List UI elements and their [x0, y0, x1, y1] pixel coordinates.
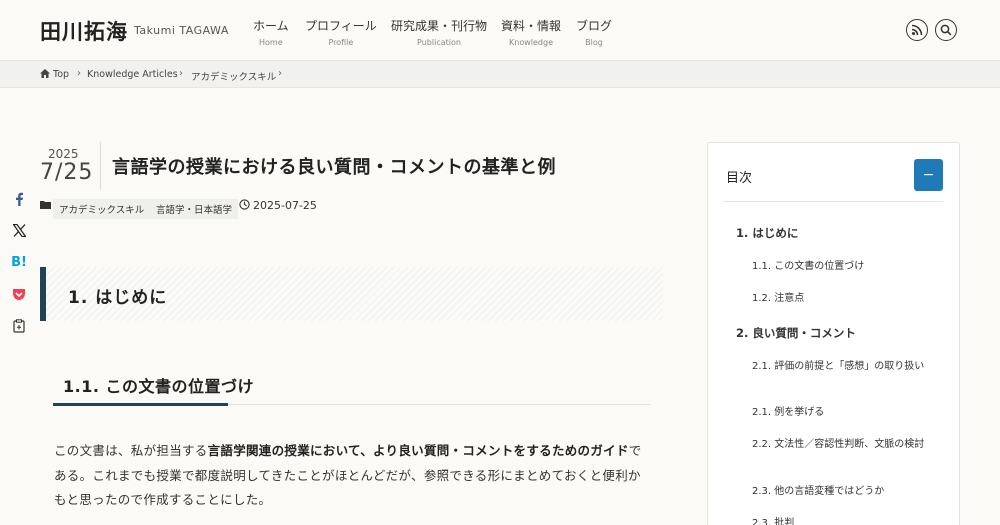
published-date: 2025-07-25: [253, 199, 317, 212]
nav-sublabel: Publication: [417, 38, 461, 47]
hatena-bookmark-icon[interactable]: B!: [8, 251, 30, 273]
breadcrumb: Top › Knowledge Articles › アカデミックスキル ›: [0, 60, 1000, 88]
toc-item[interactable]: 2.2. 文法性／容認性判断、文脈の検討: [752, 437, 932, 453]
breadcrumb-top[interactable]: Top: [53, 69, 69, 80]
nav-label: プロフィール: [305, 19, 377, 33]
nav-item-home[interactable]: ホーム Home: [253, 17, 289, 47]
site-logo-subtitle: Takumi TAGAWA: [134, 24, 229, 37]
category-tag[interactable]: アカデミックスキル: [53, 199, 151, 219]
paragraph-emphasis: 言語学関連の授業において、より良い質問・コメントをするためのガイド: [207, 443, 629, 458]
nav-label: ホーム: [253, 19, 289, 33]
site-logo[interactable]: 田川拓海: [40, 16, 128, 46]
site-header: 田川拓海 Takumi TAGAWA ホーム Home プロフィール Profi…: [0, 0, 1000, 60]
chevron-right-icon: ›: [77, 68, 81, 79]
nav-label: ブログ: [576, 19, 613, 33]
breadcrumb-academic-skill[interactable]: アカデミックスキル: [191, 69, 276, 83]
toc-collapse-button[interactable]: −: [914, 159, 943, 191]
clock-icon: [239, 199, 250, 213]
toc-item[interactable]: 2.3. 他の言語変種ではどうか: [752, 484, 932, 500]
chevron-right-icon: ›: [179, 68, 183, 79]
nav-item-knowledge[interactable]: 資料・情報 Knowledge: [501, 17, 561, 47]
section-heading-text: 1. はじめに: [68, 288, 168, 308]
paragraph-text: この文書は、私が担当する: [54, 443, 208, 458]
toc-item[interactable]: 2. 良い質問・コメント: [736, 325, 856, 341]
post-date-year: 2025: [48, 147, 79, 161]
date-divider: [100, 142, 101, 190]
nav-sublabel: Home: [259, 38, 283, 47]
breadcrumb-knowledge-articles[interactable]: Knowledge Articles: [87, 69, 178, 80]
copy-link-icon[interactable]: [8, 315, 30, 337]
toc-item[interactable]: 2.3. 批判: [752, 516, 932, 525]
section-heading: 1. はじめに: [40, 267, 663, 321]
subsection-heading: 1.1. この文書の位置づけ: [63, 377, 254, 396]
facebook-icon[interactable]: [8, 188, 30, 210]
search-icon[interactable]: [935, 19, 957, 41]
toc-item[interactable]: 2.1. 例を挙げる: [752, 405, 932, 421]
nav-item-publication[interactable]: 研究成果・刊行物 Publication: [391, 17, 487, 47]
body-paragraph: この文書は、私が担当する言語学関連の授業において、より良い質問・コメントをするた…: [54, 439, 644, 513]
nav-label: 研究成果・刊行物: [391, 19, 488, 33]
nav-item-profile[interactable]: プロフィール Profile: [305, 17, 377, 47]
post-date-day: 7/25: [40, 160, 94, 185]
pocket-icon[interactable]: [8, 283, 30, 305]
toc-item[interactable]: 2.1. 評価の前提と「感想」の取り扱い: [752, 359, 932, 375]
x-icon[interactable]: [8, 219, 30, 241]
nav-item-blog[interactable]: ブログ Blog: [576, 17, 612, 47]
rss-icon[interactable]: [906, 19, 928, 41]
toc-item[interactable]: 1.1. この文書の位置づけ: [752, 259, 932, 275]
subsection-accent-bar: [53, 403, 228, 406]
topic-tag[interactable]: 言語学・日本語学: [150, 199, 239, 219]
nav-label: 資料・情報: [501, 19, 562, 33]
nav-sublabel: Knowledge: [509, 38, 553, 47]
toc-item[interactable]: 1. はじめに: [736, 225, 798, 241]
toc-item[interactable]: 1.2. 注意点: [752, 291, 932, 307]
page-title: 言語学の授業における良い質問・コメントの基準と例: [112, 157, 556, 178]
table-of-contents: 目次 − 1. はじめに 1.1. この文書の位置づけ 1.2. 注意点 2. …: [707, 142, 960, 525]
folder-icon: [40, 200, 51, 212]
chevron-right-icon: ›: [278, 68, 282, 79]
nav-sublabel: Blog: [585, 38, 603, 47]
home-icon: [40, 69, 50, 81]
toc-divider: [724, 201, 943, 202]
toc-title: 目次: [726, 171, 753, 186]
nav-sublabel: Profile: [328, 38, 354, 47]
